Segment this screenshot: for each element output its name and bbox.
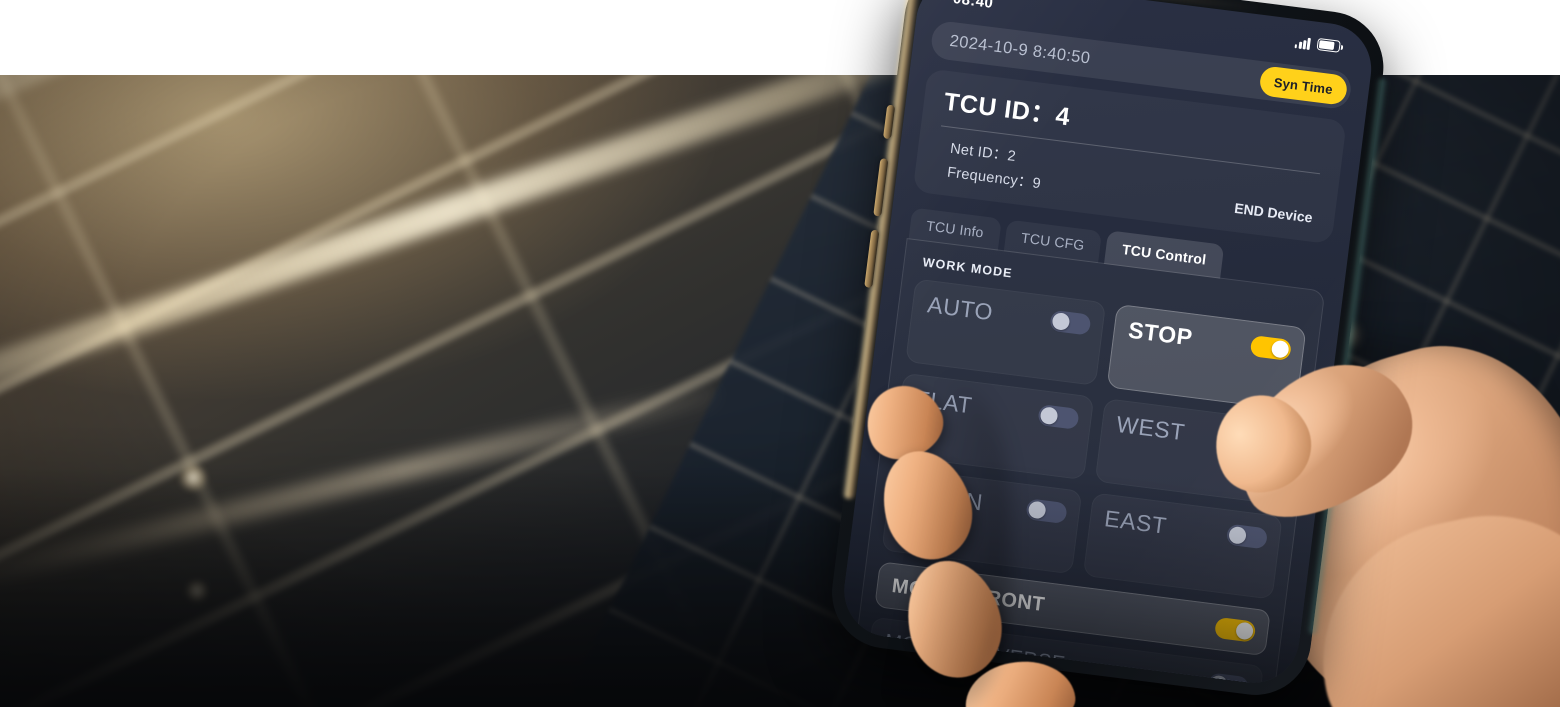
- mode-card-east-row: EAST: [1103, 505, 1269, 552]
- device-role-badge: END Device: [1233, 199, 1314, 226]
- battery-icon: [1316, 37, 1341, 53]
- toggle-clean[interactable]: [1024, 498, 1068, 525]
- mode-label-west: WEST: [1114, 410, 1187, 446]
- toggle-knob: [1228, 525, 1248, 545]
- toggle-flat[interactable]: [1036, 403, 1080, 430]
- toggle-auto[interactable]: [1048, 309, 1092, 336]
- status-bar-indicators: [1294, 35, 1341, 54]
- mode-card-auto-row: AUTO: [926, 291, 1092, 338]
- toggle-knob: [1050, 311, 1070, 331]
- toggle-knob: [1235, 620, 1255, 640]
- frequency-label: Frequency：: [946, 164, 1034, 191]
- screenshot-stage: 08:40 2024-10-9 8:40:50 Syn Time TCU ID：…: [0, 0, 1560, 707]
- mode-card-west-row: WEST: [1115, 411, 1281, 458]
- mode-label-east: EAST: [1103, 505, 1169, 539]
- toggle-knob: [1027, 500, 1047, 520]
- sync-timestamp-value: 2024-10-9 8:40:50: [948, 31, 1092, 68]
- mode-card-stop-row: STOP: [1127, 317, 1293, 364]
- status-bar-time: 08:40: [952, 0, 995, 12]
- mode-card-west[interactable]: WEST: [1094, 398, 1295, 506]
- net-id-value: 2: [1006, 147, 1017, 165]
- toggle-knob: [1039, 406, 1059, 426]
- signal-bars-icon: [1294, 35, 1312, 50]
- frequency-value: 9: [1031, 174, 1042, 192]
- toggle-knob: [1270, 339, 1290, 359]
- tcu-id-value: 4: [1053, 101, 1072, 132]
- toggle-knob: [1239, 431, 1259, 451]
- mode-label-auto: AUTO: [925, 291, 995, 326]
- mode-label-stop: STOP: [1126, 316, 1195, 351]
- toggle-west[interactable]: [1237, 429, 1281, 456]
- white-band-left: [0, 0, 855, 75]
- toggle-stop[interactable]: [1249, 335, 1292, 361]
- syn-time-button[interactable]: Syn Time: [1258, 65, 1349, 106]
- mode-card-east[interactable]: EAST: [1082, 492, 1283, 600]
- tcu-id-label: TCU ID：: [942, 87, 1058, 130]
- toggle-east[interactable]: [1225, 523, 1269, 550]
- toggle-motor-front[interactable]: [1214, 616, 1257, 643]
- hand-finger-shadow: [860, 380, 1010, 707]
